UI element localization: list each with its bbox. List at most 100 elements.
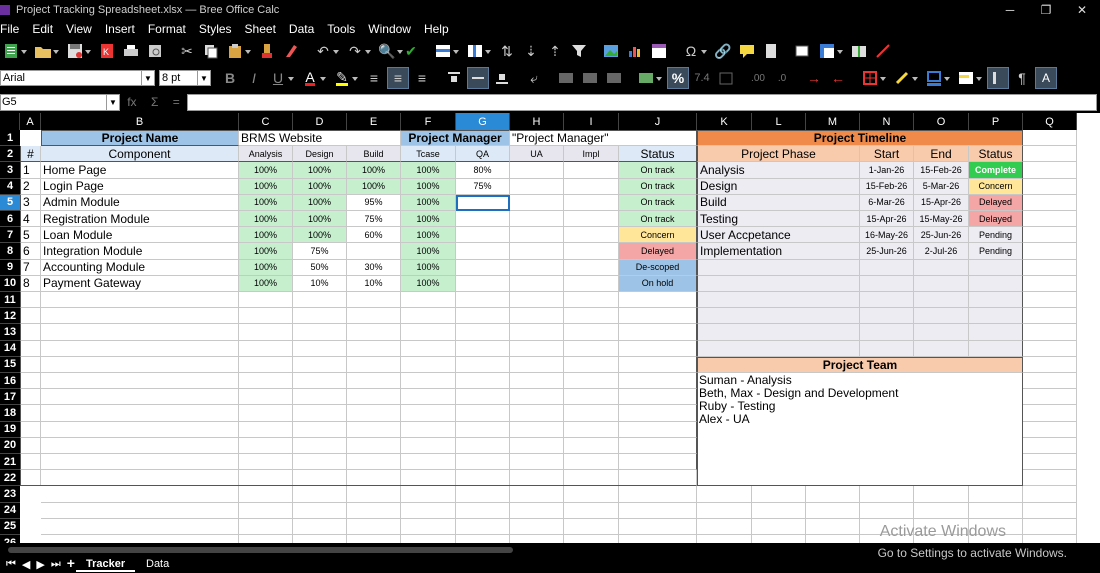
grid-cell[interactable] <box>41 535 239 543</box>
menu-tools[interactable]: Tools <box>327 22 362 36</box>
font-name-dropdown-icon[interactable]: ▼ <box>141 71 154 85</box>
grid-cell[interactable] <box>806 486 860 503</box>
grid-cell[interactable] <box>697 292 860 309</box>
find-replace-icon[interactable]: 🔍 <box>376 40 403 62</box>
align-right-icon[interactable]: ≡ <box>411 67 433 89</box>
grid-cell[interactable] <box>293 486 347 503</box>
progress-ua[interactable] <box>510 243 564 260</box>
grid-cell[interactable] <box>1023 194 1077 211</box>
grid-cell[interactable] <box>20 292 41 309</box>
grid-cell[interactable] <box>456 373 510 390</box>
row-number[interactable]: 3 <box>20 194 41 211</box>
grid-cell[interactable] <box>860 502 914 519</box>
menu-format[interactable]: Format <box>148 22 193 36</box>
grid-cell[interactable] <box>239 405 293 422</box>
grid-cell[interactable] <box>401 405 456 422</box>
grid-cell[interactable] <box>510 308 564 325</box>
grid-cell[interactable] <box>20 454 41 471</box>
progress-design[interactable]: 10% <box>293 275 347 292</box>
grid-cell[interactable] <box>456 324 510 341</box>
sort-descending-icon[interactable]: ⇡ <box>544 40 566 62</box>
grid-cell[interactable] <box>619 308 697 325</box>
unmerge-cells-icon[interactable] <box>603 67 625 89</box>
progress-tcase[interactable]: 100% <box>401 194 456 211</box>
grid-cell[interactable] <box>401 486 456 503</box>
column-header-n[interactable]: N <box>860 113 914 130</box>
grid-cell[interactable] <box>41 356 239 373</box>
column-header-i[interactable]: I <box>564 113 619 130</box>
grid-cell[interactable] <box>347 405 401 422</box>
grid-cell[interactable] <box>239 389 293 406</box>
grid-cell[interactable] <box>456 308 510 325</box>
grid-cell[interactable] <box>41 486 239 503</box>
print-preview-icon[interactable] <box>144 40 166 62</box>
align-middle-icon[interactable] <box>467 67 489 89</box>
row-header-3[interactable]: 3 <box>0 162 20 179</box>
grid-cell[interactable] <box>969 275 1023 292</box>
border-style-icon[interactable] <box>891 67 918 89</box>
row-header-1[interactable]: 1 <box>0 130 20 147</box>
text-orientation-icon[interactable]: A <box>1035 67 1057 89</box>
grid-cell[interactable] <box>1023 518 1077 535</box>
column-header-j[interactable]: J <box>619 113 697 130</box>
grid-cell[interactable] <box>239 437 293 454</box>
close-button[interactable]: ✕ <box>1064 0 1100 20</box>
row-header-8[interactable]: 8 <box>0 243 20 260</box>
column-header-e[interactable]: E <box>347 113 401 130</box>
grid-cell[interactable] <box>969 324 1023 341</box>
grid-cell[interactable] <box>697 340 860 357</box>
row-header-21[interactable]: 21 <box>0 454 20 471</box>
grid-cell[interactable] <box>20 324 41 341</box>
grid-cell[interactable] <box>41 421 239 438</box>
wrap-text-icon[interactable]: ⤶ <box>523 67 545 89</box>
grid-cell[interactable] <box>1023 162 1077 179</box>
timeline-start[interactable]: 25-Jun-26 <box>860 243 914 260</box>
progress-analysis[interactable]: 100% <box>239 275 293 292</box>
grid-cell[interactable] <box>239 518 293 535</box>
timeline-end[interactable]: 15-Feb-26 <box>914 162 969 179</box>
timeline-start[interactable]: 15-Apr-26 <box>860 211 914 228</box>
grid-cell[interactable] <box>619 324 697 341</box>
progress-ua[interactable] <box>510 162 564 179</box>
progress-impl[interactable] <box>564 275 619 292</box>
progress-build[interactable]: 30% <box>347 259 401 276</box>
grid-cell[interactable] <box>752 535 806 543</box>
grid-cell[interactable] <box>293 421 347 438</box>
grid-cell[interactable] <box>456 405 510 422</box>
row-header-2[interactable]: 2 <box>0 146 20 163</box>
timeline-status-badge[interactable]: Delayed <box>969 211 1023 228</box>
grid-cell[interactable] <box>401 518 456 535</box>
grid-cell[interactable] <box>293 437 347 454</box>
progress-qa[interactable] <box>456 259 510 276</box>
grid-cell[interactable] <box>41 324 239 341</box>
grid-cell[interactable] <box>969 340 1023 357</box>
timeline-end[interactable]: 25-Jun-26 <box>914 227 969 244</box>
split-window-icon[interactable] <box>848 40 870 62</box>
timeline-phase[interactable]: Design <box>697 178 860 195</box>
grid-cell[interactable] <box>20 356 41 373</box>
column-header-g[interactable]: G <box>456 113 510 130</box>
grid-cell[interactable] <box>41 502 239 519</box>
grid-cell[interactable] <box>456 454 510 471</box>
grid-cell[interactable] <box>619 405 697 422</box>
row-header-20[interactable]: 20 <box>0 437 20 454</box>
grid-cell[interactable] <box>619 518 697 535</box>
grid-cell[interactable] <box>293 405 347 422</box>
progress-build[interactable]: 10% <box>347 275 401 292</box>
cut-icon[interactable]: ✂ <box>176 40 198 62</box>
grid-cell[interactable] <box>20 389 41 406</box>
progress-impl[interactable] <box>564 194 619 211</box>
progress-design[interactable]: 100% <box>293 194 347 211</box>
status-badge[interactable]: On track <box>619 211 697 228</box>
text-direction-ltr-icon[interactable] <box>987 67 1009 89</box>
column-header-l[interactable]: L <box>752 113 806 130</box>
bold-icon[interactable]: B <box>219 67 241 89</box>
component-name[interactable]: Loan Module <box>41 227 239 244</box>
timeline-status-badge[interactable]: Complete <box>969 162 1023 179</box>
grid-cell[interactable] <box>1023 421 1077 438</box>
timeline-start[interactable]: 6-Mar-26 <box>860 194 914 211</box>
grid-cell[interactable] <box>347 486 401 503</box>
grid-cell[interactable] <box>293 518 347 535</box>
grid-cell[interactable] <box>510 292 564 309</box>
status-badge[interactable]: Delayed <box>619 243 697 260</box>
